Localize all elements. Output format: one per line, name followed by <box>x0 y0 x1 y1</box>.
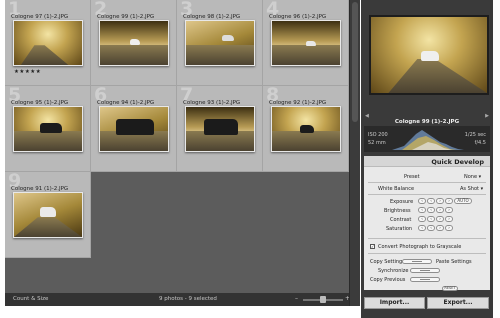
contrast-increase-button[interactable]: › <box>436 216 444 222</box>
focal-length: 52 mm <box>368 140 386 146</box>
zoom-out-icon[interactable]: – <box>295 295 298 302</box>
thumbnail-cell[interactable]: 1 Cologne 97 (1)-2.JPG ★★★★★ <box>5 0 91 86</box>
histogram: ISO 200 52 mm 1/25 sec f/4.5 <box>364 126 490 152</box>
selection-count: 9 photos - 9 selected <box>159 296 217 302</box>
grid-scrollbar[interactable] <box>349 0 360 306</box>
thumbnail-image[interactable] <box>185 20 255 66</box>
brightness-decrease-button[interactable]: ‹ <box>427 207 435 213</box>
contrast-decrease-button[interactable]: ‹ <box>427 216 435 222</box>
lightroom-library-window: 1 Cologne 97 (1)-2.JPG ★★★★★ 2 Cologne 9… <box>0 0 500 318</box>
grayscale-label: Convert Photograph to Grayscale <box>378 244 462 250</box>
grayscale-checkbox[interactable]: ✓ <box>370 244 375 249</box>
copy-settings-label: Copy Settings <box>370 259 405 265</box>
contrast-decrease-large-button[interactable]: ‹ <box>418 216 426 222</box>
thumbnail-image[interactable] <box>13 106 83 152</box>
brightness-increase-large-button[interactable]: › <box>445 207 453 213</box>
histogram-graph <box>392 130 464 150</box>
preview-filename: Cologne 99 (1)-2.JPG <box>394 119 460 125</box>
exposure-label: Exposure <box>390 199 414 205</box>
quick-develop-panel: Quick Develop Preset None ▾ White Balanc… <box>364 156 490 291</box>
thumbnail-image[interactable] <box>271 20 341 66</box>
white-balance-value: As Shot <box>460 186 479 192</box>
exposure-buttons: ‹ ‹ › › <box>418 198 453 204</box>
window-edge <box>493 0 500 318</box>
exposure-decrease-large-button[interactable]: ‹ <box>418 198 426 204</box>
preset-value: None <box>464 174 478 180</box>
divider <box>368 182 486 183</box>
divider <box>368 253 486 254</box>
thumbnail-image[interactable] <box>13 192 83 238</box>
slider-handle[interactable] <box>320 296 326 303</box>
saturation-label: Saturation <box>386 226 413 232</box>
thumbnail-cell[interactable]: 9 Cologne 91 (1)-2.JPG <box>5 172 91 258</box>
synchronize-label: Synchronize <box>378 268 409 274</box>
saturation-buttons: ‹ ‹ › › <box>418 225 453 231</box>
saturation-decrease-large-button[interactable]: ‹ <box>418 225 426 231</box>
thumbnail-cell[interactable]: 2 Cologne 99 (1)-2.JPG <box>91 0 177 86</box>
thumbnail-image[interactable] <box>185 106 255 152</box>
brightness-label: Brightness <box>384 208 411 214</box>
iso-value: ISO 200 <box>368 132 388 138</box>
contrast-buttons: ‹ ‹ › › <box>418 216 453 222</box>
thumbnail-cell[interactable]: 5 Cologne 95 (1)-2.JPG <box>5 86 91 172</box>
white-balance-label: White Balance <box>378 186 415 192</box>
reset-button[interactable]: RESET <box>442 286 458 291</box>
panel-title: Quick Develop <box>431 158 484 166</box>
thumbnail-cell[interactable]: 7 Cologne 93 (1)-2.JPG <box>177 86 263 172</box>
thumbnail-cell[interactable]: 6 Cologne 94 (1)-2.JPG <box>91 86 177 172</box>
export-button[interactable]: Export... <box>427 297 489 309</box>
auto-tone-button[interactable]: AUTO <box>454 198 472 204</box>
divider <box>368 238 486 239</box>
saturation-decrease-button[interactable]: ‹ <box>427 225 435 231</box>
divider <box>368 194 486 195</box>
thumbnail-grid: 1 Cologne 97 (1)-2.JPG ★★★★★ 2 Cologne 9… <box>5 0 349 293</box>
brightness-decrease-large-button[interactable]: ‹ <box>418 207 426 213</box>
paste-settings-label: Paste Settings <box>436 259 472 265</box>
brightness-increase-button[interactable]: › <box>436 207 444 213</box>
thumbnail-image[interactable] <box>99 106 169 152</box>
aperture: f/4.5 <box>474 140 486 146</box>
brightness-buttons: ‹ ‹ › › <box>418 207 453 213</box>
saturation-increase-button[interactable]: › <box>436 225 444 231</box>
rating-stars[interactable]: ★★★★★ <box>14 69 41 75</box>
copy-settings-button[interactable] <box>402 259 432 264</box>
quick-develop-header[interactable]: Quick Develop <box>364 156 490 167</box>
copy-previous-button[interactable] <box>410 277 440 282</box>
grid-toolbar: Count & Size 9 photos - 9 selected – + <box>5 293 350 306</box>
thumbnail-cell[interactable]: 3 Cologne 98 (1)-2.JPG <box>177 0 263 86</box>
contrast-increase-large-button[interactable]: › <box>445 216 453 222</box>
preset-dropdown[interactable]: None ▾ <box>464 174 481 180</box>
contrast-label: Contrast <box>390 217 412 223</box>
white-balance-dropdown[interactable]: As Shot ▾ <box>460 186 483 192</box>
preview-image <box>369 15 489 95</box>
sort-label[interactable]: Count & Size <box>13 296 48 302</box>
copy-previous-label: Copy Previous <box>370 277 406 283</box>
synchronize-button[interactable] <box>410 268 440 273</box>
import-button[interactable]: Import... <box>364 297 425 309</box>
thumbnail-image[interactable] <box>99 20 169 66</box>
exposure-decrease-button[interactable]: ‹ <box>427 198 435 204</box>
thumbnail-image[interactable] <box>271 106 341 152</box>
preset-label: Preset <box>404 174 420 180</box>
scrollbar-thumb[interactable] <box>352 2 358 122</box>
saturation-increase-large-button[interactable]: › <box>445 225 453 231</box>
exposure-increase-large-button[interactable]: › <box>445 198 453 204</box>
right-panel: ◀ ▶ Cologne 99 (1)-2.JPG ISO 200 52 mm 1… <box>361 0 493 318</box>
thumbnail-cell[interactable]: 8 Cologne 92 (1)-2.JPG <box>263 86 349 172</box>
shutter-speed: 1/25 sec <box>464 132 486 138</box>
thumbnail-image[interactable] <box>13 20 83 66</box>
thumbnail-cell[interactable]: 4 Cologne 96 (1)-2.JPG <box>263 0 349 86</box>
exposure-increase-button[interactable]: › <box>436 198 444 204</box>
